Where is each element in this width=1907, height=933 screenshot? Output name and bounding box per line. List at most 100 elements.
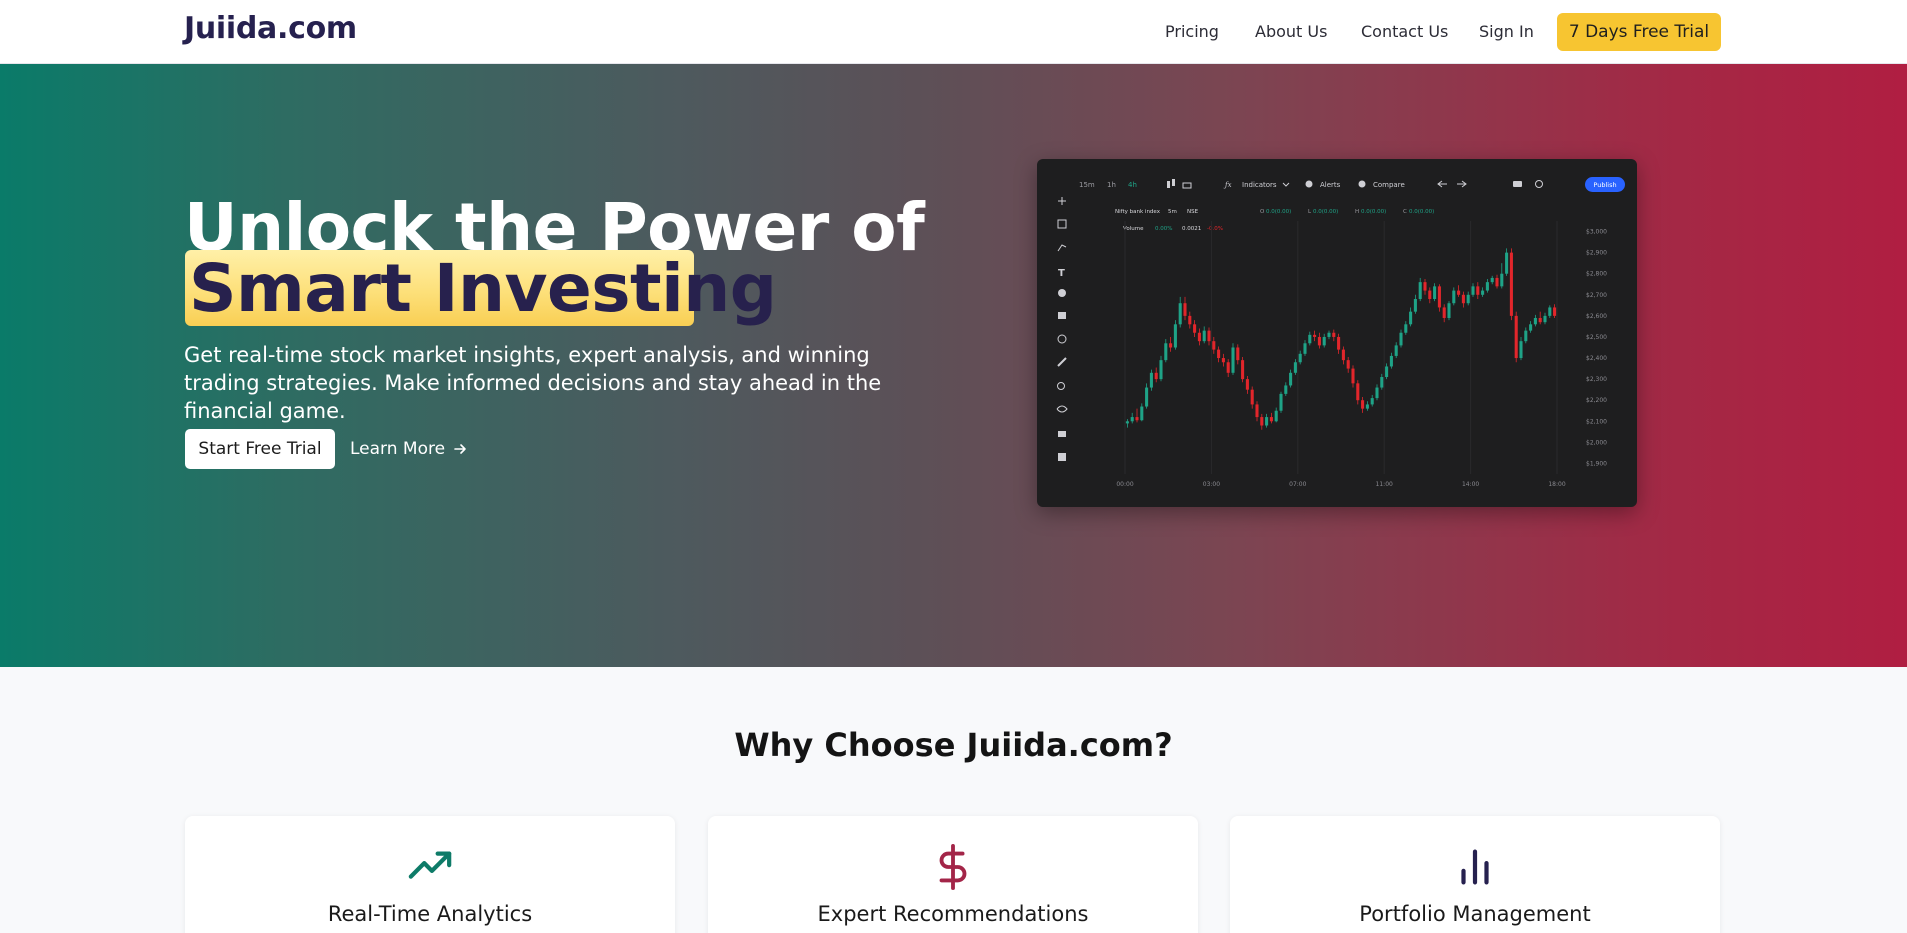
candle [1298,350,1302,365]
y-tick-label: $2,900 [1586,250,1607,257]
start-free-trial-button[interactable]: Start Free Trial [185,429,335,469]
candle [1265,413,1269,428]
candle [1226,359,1230,378]
lock-icon[interactable] [1058,431,1066,437]
ohlc-open-label: O [1260,209,1265,215]
pattern-tool-icon[interactable] [1058,289,1066,297]
candle-body [1461,294,1465,304]
candle [1346,356,1350,373]
y-tick-label: $2,100 [1586,418,1607,425]
candle [1538,311,1542,325]
settings-icon[interactable] [1535,180,1543,188]
candle-body [1529,324,1533,331]
indicators-menu[interactable]: Indicators [1242,181,1277,189]
ruler-icon[interactable] [1057,357,1067,367]
candle [1303,340,1307,356]
trading-chart-preview: 15m 1h 4h ƒx Indicators Alerts Compare P… [1037,159,1637,507]
candle [1423,278,1427,295]
candle [1197,328,1201,346]
candle [1284,382,1288,396]
symbol-exchange: NSE [1187,209,1199,215]
candle [1389,352,1393,369]
emoji-tool-icon[interactable] [1057,334,1067,344]
timeframe-4h[interactable]: 4h [1128,181,1137,189]
alerts-button[interactable]: Alerts [1320,181,1341,189]
candle [1183,296,1187,321]
ohlc-low: 0.0(0.00) [1313,209,1338,215]
volume-value-change: 0.00% [1155,226,1172,232]
candle [1313,330,1317,342]
candle [1370,394,1374,407]
brand-logo[interactable]: Juiida.com [184,11,357,46]
arrow-right-icon [454,444,466,454]
trash-icon[interactable] [1058,453,1066,461]
candle [1524,327,1528,344]
bar-chart-icon [1461,849,1489,885]
zoom-icon[interactable] [1057,382,1065,390]
prediction-tool-icon[interactable] [1058,312,1066,319]
nav-link-sign-in[interactable]: Sign In [1479,22,1534,41]
candle-body [1313,334,1317,337]
candle [1553,304,1557,318]
hero-subtitle: Get real-time stock market insights, exp… [184,343,882,423]
y-tick-label: $2,400 [1586,355,1607,362]
nav-link-pricing[interactable]: Pricing [1165,22,1219,41]
candle [1461,291,1465,308]
candle [1485,278,1489,293]
feature-card-real-time-analytics[interactable]: Real-Time Analytics [185,816,675,933]
shapes-icon[interactable] [1057,219,1067,229]
timeframe-1h[interactable]: 1h [1107,181,1116,189]
learn-more-label: Learn More [350,439,446,459]
trend-line-icon[interactable] [1057,244,1067,252]
candle-body [1389,355,1393,367]
y-tick-label: $3,000 [1586,229,1607,236]
candle-body [1207,330,1211,342]
free-trial-nav-button[interactable]: 7 Days Free Trial [1557,13,1721,51]
candle [1135,408,1139,423]
eye-off-icon[interactable] [1056,405,1068,413]
dollar-sign-icon [939,844,967,890]
ohlc-high-label: H [1355,209,1359,215]
feature-card-portfolio-management[interactable]: Portfolio Management [1230,816,1720,933]
candle-body [1490,277,1494,283]
candle-body [1452,290,1456,304]
candles-style-icon[interactable] [1167,179,1175,188]
candle [1125,419,1129,428]
candle-body [1466,294,1470,304]
candle-body [1289,372,1293,386]
candle [1231,343,1235,375]
candle [1442,304,1446,323]
volume-value-delta: -0.0% [1207,226,1223,232]
top-navbar: Juiida.com Pricing About Us Contact Us S… [0,0,1907,64]
candle [1217,346,1221,363]
nav-link-about-us[interactable]: About Us [1255,22,1327,41]
candle-body [1188,315,1192,325]
text-tool-icon[interactable]: T [1058,268,1065,279]
candle [1255,401,1259,422]
camera-icon[interactable] [1513,181,1522,187]
y-tick-label: $1,900 [1586,460,1607,467]
candle-body [1341,349,1345,361]
fx-icon[interactable]: ƒx [1223,181,1232,189]
candle-body [1375,387,1379,399]
nav-link-contact-us[interactable]: Contact Us [1361,22,1448,41]
candle [1375,384,1379,401]
candle [1221,353,1225,367]
feature-card-expert-recommendations[interactable]: Expert Recommendations [708,816,1198,933]
candle-body [1399,332,1403,346]
candle [1404,321,1408,335]
compare-button[interactable]: Compare [1373,181,1405,189]
drawing-tools-sidebar: T [1056,197,1068,461]
bar-style-icon[interactable] [1182,182,1192,189]
candle [1140,403,1144,422]
crosshair-icon[interactable] [1058,197,1066,205]
candle [1178,296,1182,328]
learn-more-link[interactable]: Learn More [350,439,467,459]
undo-icon[interactable] [1437,180,1447,188]
redo-icon[interactable] [1457,180,1467,188]
candle [1399,329,1403,348]
timeframe-15m[interactable]: 15m [1079,181,1095,189]
x-tick-label: 00:00 [1116,481,1133,488]
candle-body [1538,317,1542,323]
candle-body [1269,417,1273,422]
